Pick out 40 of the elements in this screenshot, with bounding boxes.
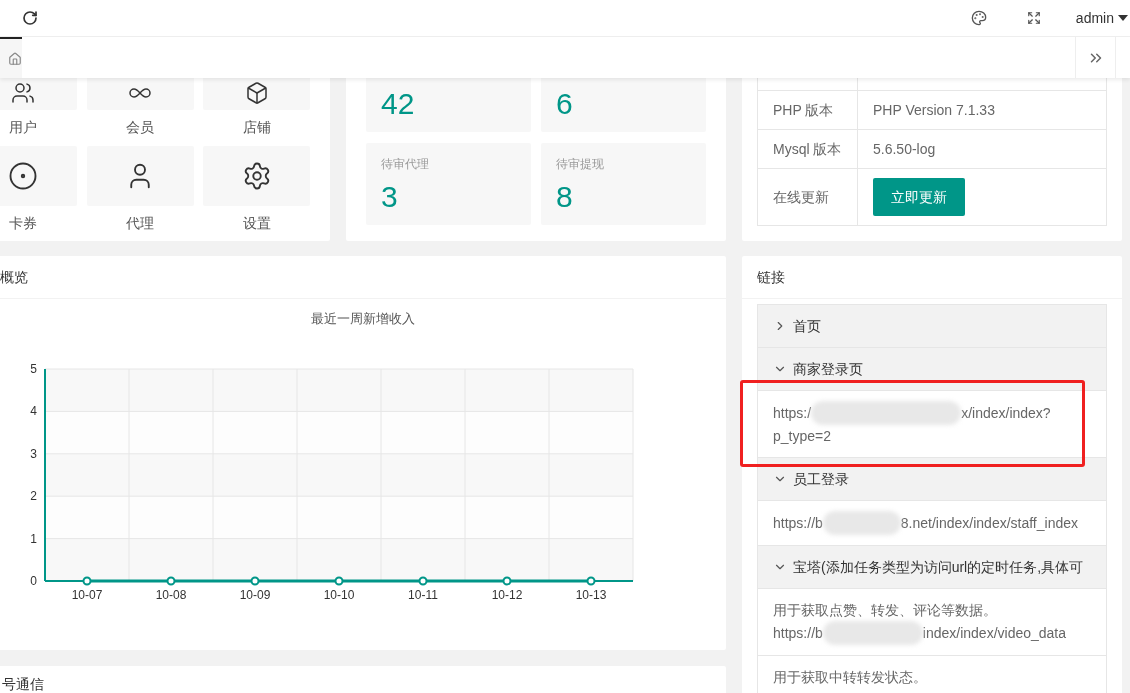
- stat-value: 3: [381, 179, 399, 215]
- note-text: 用于获取点赞、转发、评论等数据。: [773, 601, 998, 620]
- stat-value: 8: [556, 179, 574, 215]
- shortcut-label: 店铺: [242, 118, 271, 137]
- card-title: 概览: [0, 267, 28, 287]
- x-tick-label: 10-12: [491, 588, 523, 602]
- info-label: 在线更新: [773, 187, 829, 207]
- shortcut-label: 设置: [242, 213, 271, 233]
- stat-value: 6: [556, 86, 574, 122]
- y-tick-label: 5: [30, 362, 37, 376]
- info-value: 5.6.50-log: [873, 139, 936, 159]
- chart-title: 最近一周新增收入: [311, 310, 415, 329]
- x-tick-label: 10-07: [71, 588, 103, 602]
- x-tick-label: 10-13: [575, 588, 607, 602]
- y-tick-label: 4: [30, 404, 37, 419]
- stat-label: 待审提现: [556, 156, 605, 173]
- x-tick-label: 10-08: [155, 588, 187, 602]
- shortcut-label: 卡券: [9, 213, 38, 233]
- y-tick-label: 3: [30, 446, 37, 461]
- y-tick-label: 0: [30, 574, 37, 588]
- x-tick-label: 10-11: [408, 588, 438, 602]
- y-tick-label: 2: [30, 489, 37, 504]
- note-text: 用于获取中转转发状态。: [773, 668, 928, 687]
- stat-label: 待审代理: [381, 156, 430, 173]
- shortcut-label: 用户: [9, 118, 38, 137]
- card-title: 号通信: [2, 676, 44, 692]
- stat-value: 42: [381, 86, 416, 122]
- collapse-title: 商家登录页: [793, 359, 863, 379]
- x-tick-label: 10-10: [323, 588, 355, 602]
- shortcut-label: 会员: [126, 118, 154, 137]
- info-label: Mysql 版本: [773, 139, 842, 159]
- collapse-title: 宝塔(添加任务类型为访问url的定时任务,具体可: [793, 557, 1084, 577]
- collapse-title: 员工登录: [793, 469, 849, 489]
- shortcut-label: 代理: [126, 213, 154, 233]
- x-tick-label: 10-09: [239, 588, 271, 602]
- info-label: PHP 版本: [773, 100, 834, 120]
- info-value: PHP Version 7.1.33: [873, 100, 995, 120]
- collapse-title: 首页: [793, 316, 821, 336]
- card-title: 链接: [757, 267, 785, 287]
- y-tick-label: 1: [30, 531, 37, 546]
